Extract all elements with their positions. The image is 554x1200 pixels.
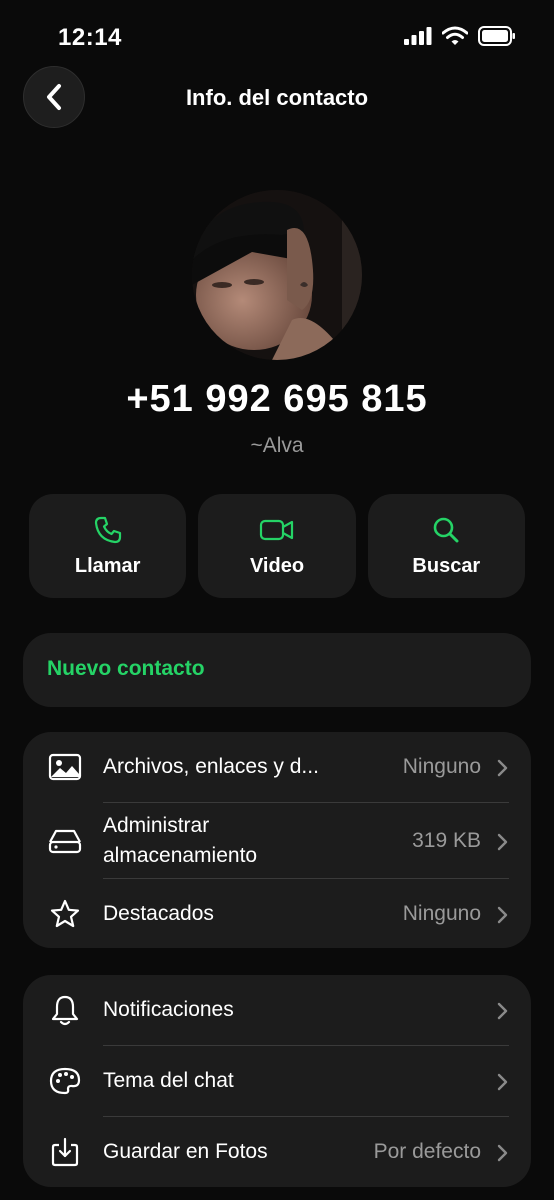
video-button[interactable]: Video [198, 494, 356, 598]
status-time: 12:14 [58, 24, 122, 51]
chevron-right-icon [497, 1144, 508, 1162]
palette-icon [47, 1063, 83, 1099]
star-icon [47, 896, 83, 932]
save-to-photos-icon [47, 1134, 83, 1170]
cellular-signal-icon [404, 27, 432, 45]
chat-settings-section: Notificaciones Tema del chat Guardar en … [23, 975, 531, 1187]
chevron-right-icon [497, 1073, 508, 1091]
video-button-label: Video [249, 554, 305, 577]
status-bar: 12:14 [0, 0, 554, 70]
bell-icon [47, 992, 83, 1028]
list-item-label-line2: almacenamiento [103, 844, 258, 867]
new-contact-button[interactable]: Nuevo contacto [23, 633, 531, 707]
chevron-right-icon [497, 833, 508, 851]
storage-icon [47, 823, 83, 859]
list-item-starred[interactable]: Destacados Ninguno [23, 879, 531, 948]
phone-icon [94, 516, 121, 543]
navigation-bar: Info. del contacto [0, 66, 554, 130]
avatar-photo [192, 190, 362, 360]
list-item-media-links-docs[interactable]: Archivos, enlaces y d... Ninguno [23, 732, 531, 802]
call-button-label: Llamar [74, 554, 141, 577]
chevron-right-icon [497, 906, 508, 924]
contact-phone-number: +51 992 695 815 [126, 378, 428, 420]
list-item-notifications[interactable]: Notificaciones [23, 975, 531, 1045]
action-buttons: Llamar Video Buscar [29, 494, 525, 598]
list-item-label: Notificaciones [103, 998, 234, 1021]
list-item-label-line1: Administrar [103, 814, 210, 837]
list-item-label: Guardar en Fotos [103, 1140, 268, 1163]
list-item-manage-storage[interactable]: Administrar almacenamiento 319 KB [23, 803, 531, 878]
video-icon [259, 519, 294, 540]
page-title: Info. del contacto [185, 85, 369, 110]
chevron-right-icon [497, 759, 508, 777]
list-item-value: 319 KB [412, 829, 481, 852]
call-button[interactable]: Llamar [29, 494, 187, 598]
list-item-label: Archivos, enlaces y d... [103, 755, 319, 778]
list-item-label: Tema del chat [103, 1069, 234, 1092]
contact-alias: ~Alva [250, 434, 304, 457]
media-storage-section: Archivos, enlaces y d... Ninguno Adminis… [23, 732, 531, 948]
list-item-value: Ninguno [402, 902, 481, 925]
search-button[interactable]: Buscar [367, 494, 525, 598]
status-icons [404, 26, 516, 46]
list-item-label: Destacados [103, 902, 214, 925]
list-item-save-to-photos[interactable]: Guardar en Fotos Por defecto [23, 1117, 531, 1187]
chevron-right-icon [497, 1002, 508, 1020]
list-item-value: Ninguno [402, 755, 481, 778]
search-button-label: Buscar [412, 554, 481, 577]
battery-icon [478, 26, 515, 46]
contact-avatar[interactable] [192, 190, 362, 360]
list-item-chat-theme[interactable]: Tema del chat [23, 1046, 531, 1116]
image-icon [47, 749, 83, 785]
new-contact-label: Nuevo contacto [47, 657, 205, 680]
search-icon [434, 517, 459, 542]
wifi-icon [442, 26, 468, 45]
list-item-value: Por defecto [373, 1140, 481, 1163]
